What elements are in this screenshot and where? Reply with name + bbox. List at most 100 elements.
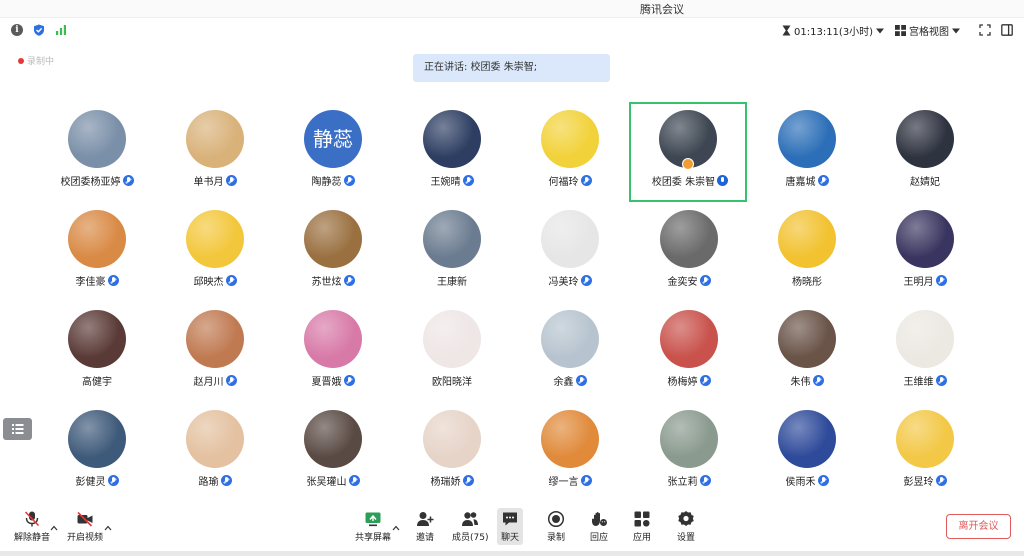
participant-tile[interactable]: 李佳豪 [38,202,156,302]
mic-muted-icon [817,175,829,186]
participant-tile[interactable]: 单书月 [156,102,274,202]
participant-tile[interactable]: 王明月 [866,202,984,302]
participant-namebar: 张吴瓘山 [274,473,392,488]
layout-switch-button[interactable]: 宫格视图 [895,23,960,38]
mic-muted-icon [812,375,824,386]
participant-tile[interactable]: 彭昱玲 [866,402,984,502]
participant-name: 高健宇 [82,377,112,388]
participant-namebar: 杨瑞娇 [393,473,511,488]
network-signal-icon[interactable] [55,24,67,36]
apps-button[interactable]: 应用 [633,510,651,543]
participant-namebar: 杨晓彤 [748,273,866,288]
participant-name: 赵婧妃 [910,177,940,188]
chevron-down-icon [952,28,960,33]
mic-muted-icon [580,175,592,186]
participant-name: 王明月 [903,277,934,288]
participant-tile[interactable]: 缪一言 [511,402,629,502]
meeting-topbar: i 01:13:11(3小时) 宫格视图 [0,18,1024,42]
recording-status-text: 录制中 [27,57,55,67]
participant-tile[interactable]: 冯美玲 [511,202,629,302]
participant-tile[interactable]: 何福玲 [511,102,629,202]
participant-tile[interactable]: 杨晓彤 [748,202,866,302]
participant-tile[interactable]: 杨梅婷 [630,302,748,402]
gear-icon [678,511,694,526]
participant-namebar: 校团委杨亚婷 [38,173,156,188]
participant-tile[interactable]: 夏晋娥 [274,302,392,402]
participant-tile[interactable]: 王康新 [393,202,511,302]
info-icon[interactable]: i [11,24,23,36]
participant-tile[interactable]: 欧阳晓洋 [393,302,511,402]
participant-tile[interactable]: 校团委 朱崇智 [629,102,747,202]
participant-namebar: 赵婧妃 [866,173,984,188]
mic-muted-icon [220,475,232,486]
participant-tile[interactable]: 张立莉 [630,402,748,502]
share-screen-button[interactable]: 共享屏幕 [355,510,391,543]
participant-tile[interactable]: 校团委杨亚婷 [38,102,156,202]
start-video-button[interactable]: 开启视频 [67,510,103,543]
participant-namebar: 侯雨禾 [748,473,866,488]
participant-namebar: 路瑜 [156,473,274,488]
participant-tile[interactable]: 金奕安 [630,202,748,302]
participant-tile[interactable]: 侯雨禾 [748,402,866,502]
participant-tile[interactable]: 苏世炫 [274,202,392,302]
unmute-button[interactable]: 解除静音 [14,510,50,543]
avatar [541,110,599,168]
invite-label: 邀请 [416,533,435,543]
participant-tile[interactable]: 高健宇 [38,302,156,402]
members-button[interactable]: 成员(75) [452,510,488,543]
participant-tile[interactable]: 路瑜 [156,402,274,502]
participant-tile[interactable]: 余鑫 [511,302,629,402]
mic-muted-icon [343,175,355,186]
participant-namebar: 缪一言 [511,473,629,488]
recording-status: 录制中 [18,54,54,67]
meeting-duration[interactable]: 01:13:11(3小时) [782,23,885,38]
participant-tile[interactable]: 唐嘉城 [748,102,866,202]
share-screen-icon [365,512,381,527]
participant-tile[interactable]: 邱映杰 [156,202,274,302]
avatar [541,210,599,268]
layout-label: 宫格视图 [909,27,949,38]
participant-namebar: 高健宇 [38,373,156,388]
participant-tile[interactable]: 朱伟 [748,302,866,402]
participant-tile[interactable]: 静蕊 陶静蕊 [274,102,392,202]
window-titlebar: 腾讯会议 [0,0,1024,18]
mic-muted-icon [699,375,711,386]
mic-options-chevron-icon[interactable] [50,524,58,532]
participant-tile[interactable]: 王维维 [866,302,984,402]
video-options-chevron-icon[interactable] [104,524,112,532]
chevron-down-icon [876,28,885,33]
invite-button[interactable]: 邀请 [416,510,434,543]
participant-namebar: 赵月川 [156,373,274,388]
participant-namebar: 李佳豪 [38,273,156,288]
participant-tile[interactable]: 赵月川 [156,302,274,402]
host-badge-icon [682,158,694,170]
chat-button[interactable]: 聊天 [497,508,524,545]
participant-name: 杨梅婷 [667,377,698,388]
participant-tile[interactable]: 赵婧妃 [866,102,984,202]
unmute-label: 解除静音 [14,533,51,543]
participant-namebar: 夏晋娥 [274,373,392,388]
avatar [186,410,244,468]
security-shield-icon[interactable] [33,24,45,36]
settings-button[interactable]: 设置 [677,510,695,543]
grid-view-icon [895,25,906,36]
mic-muted-icon [225,275,237,286]
participant-name: 校团委 朱崇智 [651,177,716,188]
participant-name: 杨瑞娇 [430,477,461,488]
side-panel-icon[interactable] [1001,24,1013,36]
participant-tile[interactable]: 张吴瓘山 [274,402,392,502]
participant-tile[interactable]: 彭健灵 [38,402,156,502]
share-options-chevron-icon[interactable] [392,524,400,532]
record-button[interactable]: 录制 [547,510,565,543]
react-button[interactable]: 回应 [590,510,608,543]
member-list-toggle[interactable] [3,418,32,440]
participant-tile[interactable]: 杨瑞娇 [393,402,511,502]
settings-label: 设置 [677,533,696,543]
participant-tile[interactable]: 王婉晴 [393,102,511,202]
avatar [68,210,126,268]
fullscreen-icon[interactable] [979,24,991,36]
avatar [68,310,126,368]
leave-meeting-button[interactable]: 离开会议 [946,514,1011,539]
chat-label: 聊天 [501,533,520,543]
avatar [541,310,599,368]
